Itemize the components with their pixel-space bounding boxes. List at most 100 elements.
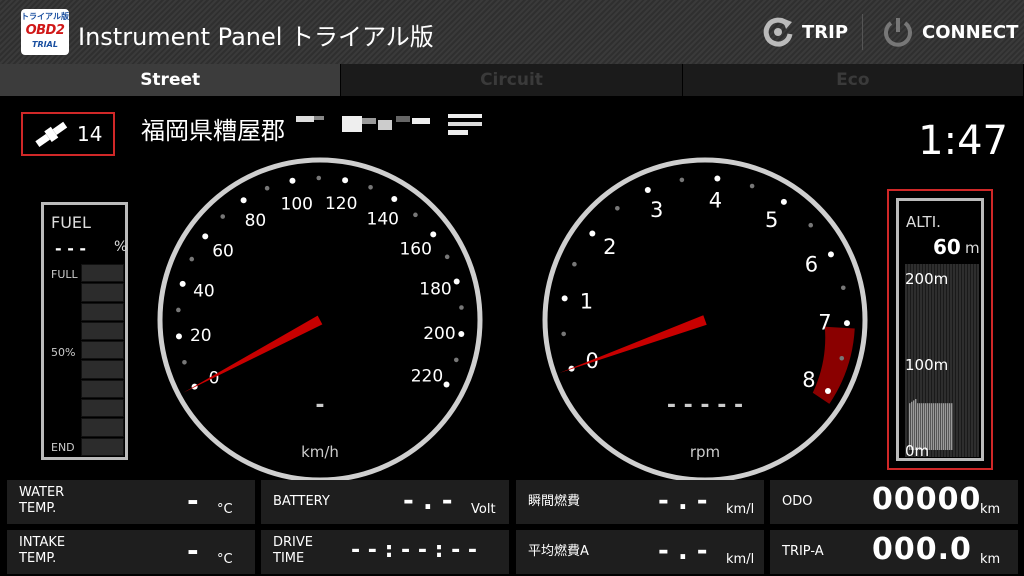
fuel-bar-segment: [81, 302, 124, 321]
fuel-unit: %: [114, 239, 128, 255]
water-temp-unit: °C: [217, 502, 233, 517]
speedometer-tick-label: 60: [212, 241, 234, 261]
speedometer: 0 20 40 60 80 100 120 140 160 180 200 220- km/h: [154, 154, 486, 486]
water-temp-cell[interactable]: WATER TEMP. - °C: [7, 480, 255, 524]
drive-time-name-line1: DRIVE: [273, 535, 313, 550]
speedometer-minor-tick: [459, 305, 464, 310]
power-icon: [884, 18, 912, 47]
battery-value: - . -: [403, 486, 453, 516]
tachometer: 012345678- - - - -rpm: [539, 154, 871, 486]
altitude-history-bar: [931, 403, 933, 450]
tachometer-minor-tick: [572, 261, 577, 267]
fuel-bar-segment: [81, 437, 124, 456]
speedometer-digital-value: -: [315, 393, 324, 418]
app-logo-line3: TRIAL: [32, 40, 58, 49]
mode-tabs: Street Circuit Eco: [0, 64, 1024, 96]
clock: 1:47: [918, 118, 1008, 164]
speedometer-minor-tick: [189, 256, 195, 262]
altimeter-unit: m: [965, 239, 980, 257]
instant-fuel-cell[interactable]: 瞬間燃費 - . - km/l: [516, 480, 764, 524]
fuel-bar-segment: [81, 379, 124, 399]
tachometer-major-tick: [824, 388, 831, 394]
trip-a-cell[interactable]: TRIP-A 000.0 km: [770, 530, 1018, 574]
drive-time-value: - - : - - : - -: [351, 538, 477, 563]
odo-cell[interactable]: ODO 00000 km: [770, 480, 1018, 524]
tachometer-major-tick: [589, 230, 596, 237]
fuel-bar-segment: [81, 283, 124, 302]
avg-fuel-name: 平均燃費A: [528, 544, 589, 559]
water-temp-name-line1: WATER: [19, 485, 65, 500]
odo-name: ODO: [782, 494, 813, 509]
speedometer-tick-label: 120: [325, 194, 357, 214]
battery-unit: Volt: [471, 502, 496, 517]
intake-temp-unit: °C: [217, 552, 233, 567]
fuel-full-label: FULL: [51, 268, 78, 281]
speedometer-minor-tick: [182, 359, 187, 365]
altitude-history-bar: [945, 403, 947, 450]
battery-cell[interactable]: BATTERY - . - Volt: [261, 480, 509, 524]
connect-button[interactable]: CONNECT: [880, 14, 1018, 50]
water-temp-value: -: [187, 484, 199, 517]
intake-temp-name: INTAKE TEMP.: [19, 535, 65, 567]
location-text: 福岡県糟屋郡: [141, 117, 285, 145]
tachometer-minor-tick: [615, 205, 620, 211]
tachometer-major-tick: [827, 251, 834, 258]
speedometer-minor-tick: [453, 357, 459, 363]
avg-fuel-value: - . -: [658, 536, 708, 566]
altitude-history-bar: [929, 403, 931, 450]
tachometer-tick-label: 7: [818, 311, 831, 335]
trip-reset-icon: [763, 17, 793, 47]
avg-fuel-cell[interactable]: 平均燃費A - . - km/l: [516, 530, 764, 574]
altitude-level-100: 100m: [905, 356, 949, 374]
tachometer-minor-tick: [749, 183, 755, 189]
tachometer-digital-value: - - - - -: [667, 393, 743, 418]
redacted-address: [296, 114, 482, 135]
trip-button[interactable]: TRIP: [760, 14, 848, 50]
tab-street[interactable]: Street: [0, 64, 342, 96]
speedometer-major-tick: [443, 381, 450, 388]
fuel-level-bars: [81, 264, 124, 457]
fuel-bar-segment: [81, 399, 124, 418]
tachometer-major-tick: [843, 320, 850, 327]
speedometer-major-tick: [430, 231, 437, 238]
odo-unit: km: [980, 502, 1001, 517]
speedometer-minor-tick: [368, 185, 373, 190]
tab-circuit[interactable]: Circuit: [341, 64, 683, 96]
trip-label: TRIP: [802, 21, 849, 43]
altitude-history-bar: [935, 403, 937, 450]
speedometer-major-tick: [342, 177, 349, 184]
fuel-bar-segment: [81, 264, 124, 283]
trip-a-unit: km: [980, 552, 1001, 567]
fuel-end-label: END: [51, 441, 75, 454]
tachometer-tick-label: 4: [709, 188, 722, 212]
battery-name: BATTERY: [273, 494, 330, 509]
speedometer-minor-tick: [176, 307, 181, 313]
speedometer-major-tick: [453, 278, 460, 285]
speedometer-tick-label: 40: [193, 281, 215, 301]
speedometer-tick-label: 180: [419, 279, 451, 299]
altitude-history-bar: [941, 403, 943, 450]
gps-satellite-status[interactable]: 14: [21, 112, 115, 156]
connect-label: CONNECT: [922, 21, 1019, 43]
altitude-history-bar: [949, 403, 951, 450]
app-title: Instrument Panel トライアル版: [78, 23, 434, 51]
instant-fuel-value: - . -: [658, 486, 708, 516]
intake-temp-value: -: [187, 534, 199, 567]
altitude-history-bar: [947, 403, 949, 450]
tab-eco[interactable]: Eco: [682, 64, 1024, 96]
tachometer-tick-label: 5: [765, 208, 778, 232]
app-logo-line1: トライアル版: [21, 12, 69, 21]
altimeter-value: 60: [933, 235, 961, 259]
speedometer-major-tick: [179, 280, 186, 287]
tachometer-minor-tick: [808, 222, 814, 228]
speedometer-tick-label: 140: [367, 210, 399, 230]
fuel-value: - - -: [55, 239, 87, 258]
tachometer-minor-tick: [840, 285, 846, 291]
action-divider: [862, 14, 863, 50]
tachometer-tick-label: 8: [802, 368, 815, 392]
intake-temp-cell[interactable]: INTAKE TEMP. - °C: [7, 530, 255, 574]
tachometer-major-tick: [561, 295, 568, 302]
speedometer-unit: km/h: [301, 443, 339, 461]
drive-time-cell[interactable]: DRIVE TIME - - : - - : - -: [261, 530, 509, 574]
speedometer-major-tick: [175, 333, 182, 340]
